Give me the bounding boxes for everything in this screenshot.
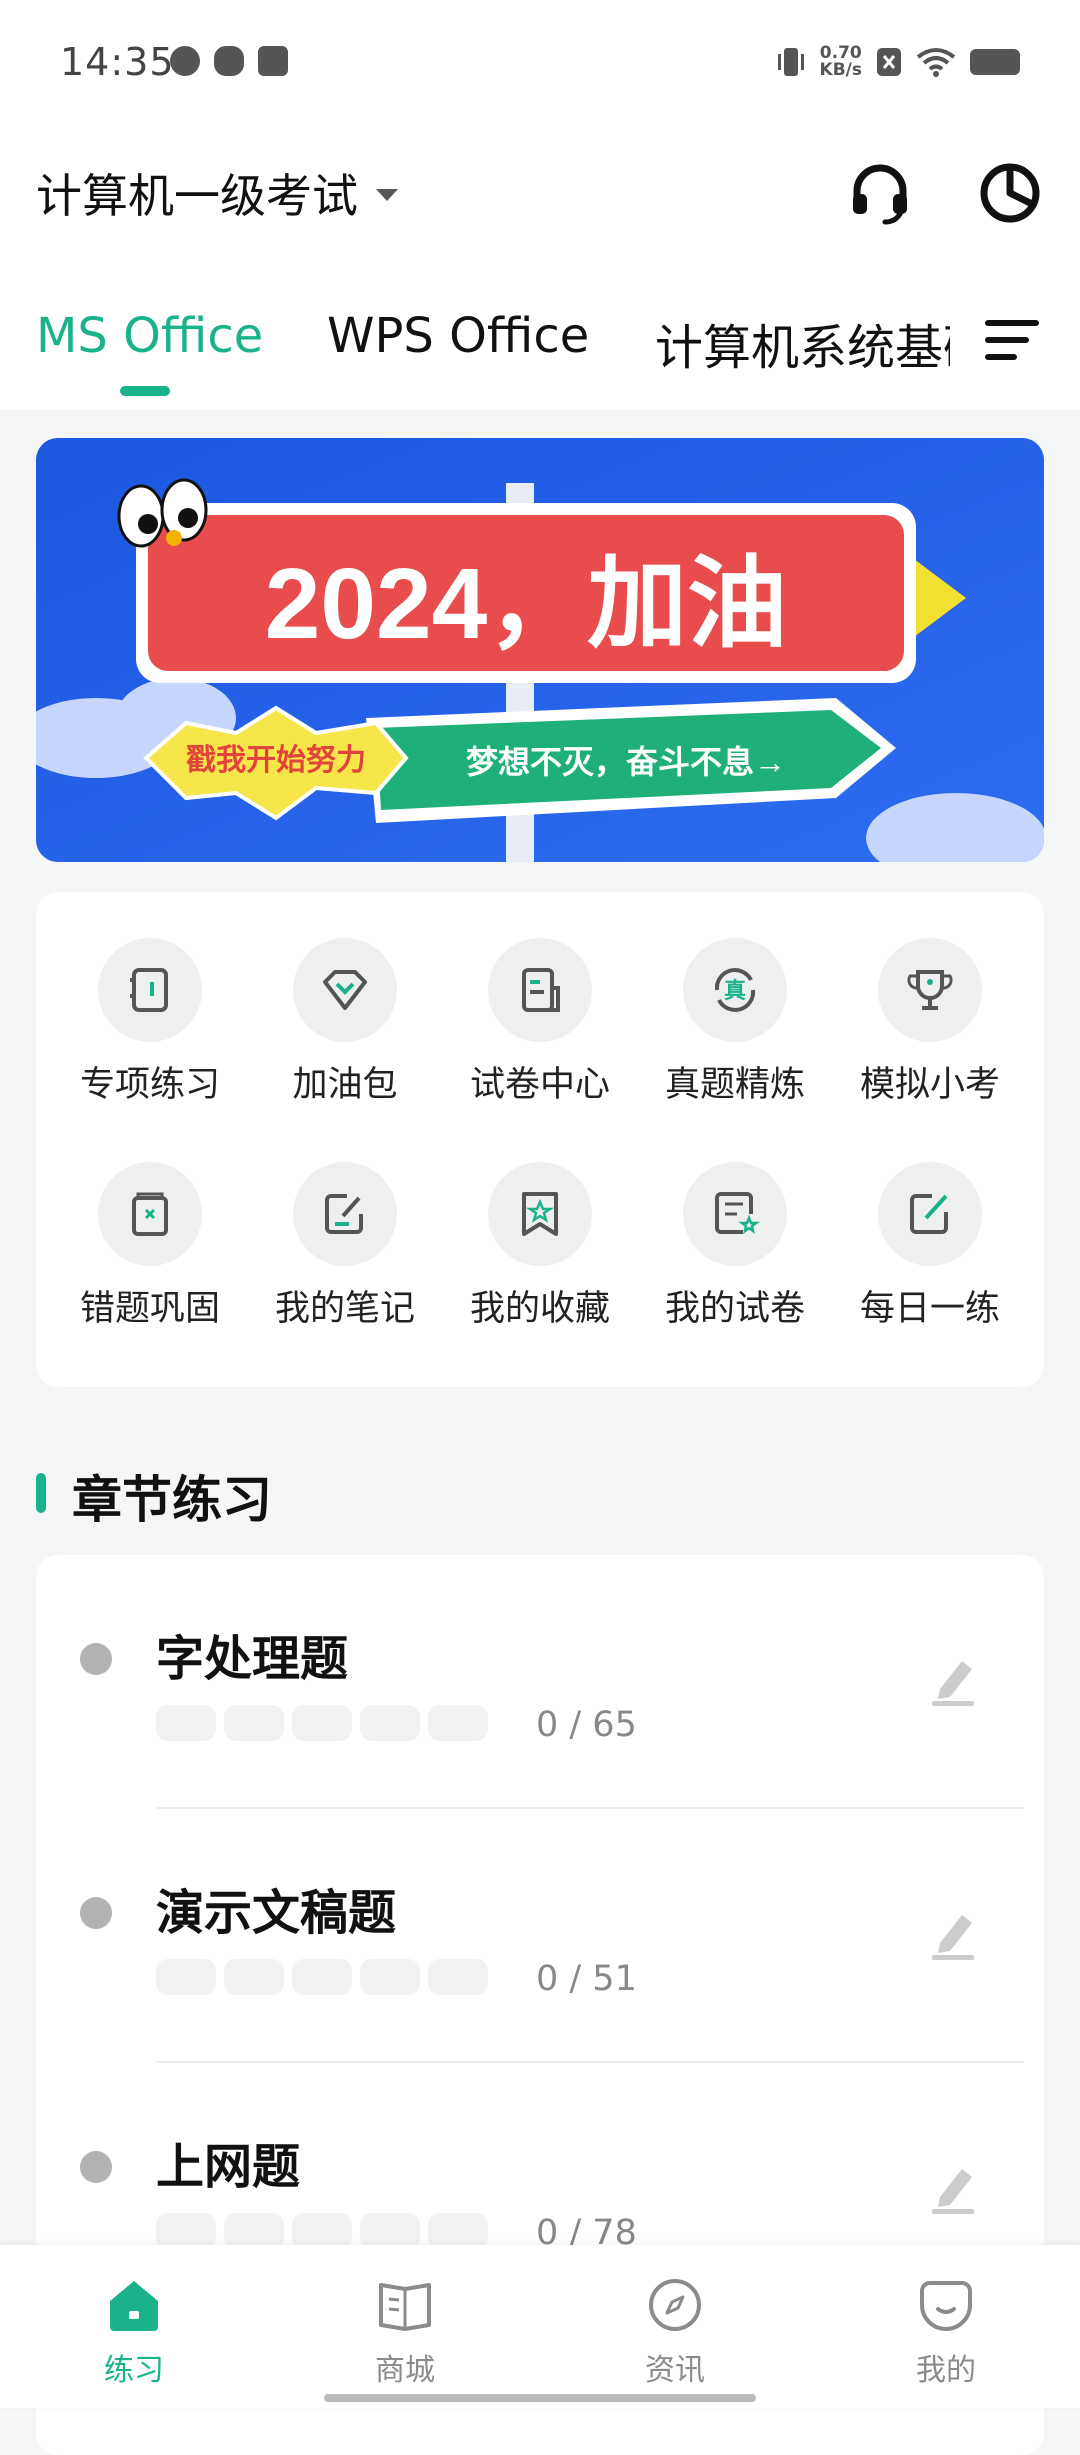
chapter-progress-bar bbox=[156, 2213, 488, 2249]
feature-mock-quiz[interactable]: 模拟小考 bbox=[835, 938, 1025, 1107]
exam-paper-icon bbox=[522, 968, 560, 1012]
home-indicator[interactable] bbox=[324, 2394, 756, 2402]
banner-slogan: 梦想不灭，奋斗不息→ bbox=[466, 744, 786, 780]
home-icon bbox=[110, 2281, 158, 2331]
feature-grid: 专项练习 加油包 试卷中心 真 真题精炼 模拟小考 错题巩固 我的笔记 我的收藏… bbox=[36, 892, 1044, 1387]
feature-exam-center[interactable]: 试卷中心 bbox=[445, 938, 635, 1107]
chevron-down-icon bbox=[376, 189, 398, 201]
section-accent-bar bbox=[36, 1473, 46, 1513]
tab-ms-office[interactable]: MS Office bbox=[36, 308, 263, 364]
edit-icon[interactable] bbox=[926, 1653, 980, 1707]
chapter-status-dot bbox=[80, 2151, 112, 2183]
feature-my-papers[interactable]: 我的试卷 bbox=[640, 1162, 830, 1331]
banner-tag: 戳我开始努力 bbox=[186, 743, 366, 777]
wifi-icon bbox=[916, 48, 956, 77]
nav-store[interactable]: 商城 bbox=[325, 2275, 485, 2389]
network-speed: 0.70 KB/s bbox=[819, 43, 862, 80]
status-notification-icons bbox=[170, 46, 288, 76]
trophy-icon bbox=[907, 970, 953, 1010]
edit-icon[interactable] bbox=[926, 1907, 980, 1961]
chapter-row[interactable]: 字处理题 0 / 65 bbox=[36, 1555, 1044, 1809]
tab-computer-basics[interactable]: 计算机系统基础 bbox=[655, 308, 950, 378]
feature-my-favorites[interactable]: 我的收藏 bbox=[445, 1162, 635, 1331]
book-icon bbox=[379, 2283, 431, 2331]
wrong-question-icon bbox=[132, 1192, 168, 1236]
banner-graphic: 2024，加油 梦想不灭，奋斗不息→ 戳我开始努力 bbox=[36, 438, 1044, 862]
no-sim-icon bbox=[877, 48, 901, 76]
gem-icon bbox=[323, 970, 367, 1010]
real-exam-icon: 真 bbox=[714, 968, 756, 1012]
chapter-count: 0 / 65 bbox=[536, 1705, 637, 1745]
section-title: 章节练习 bbox=[72, 1471, 272, 1529]
battery-icon bbox=[970, 49, 1020, 75]
compass-icon bbox=[649, 2279, 701, 2331]
status-right-icons: 0.70 KB/s bbox=[776, 44, 1020, 80]
bottom-nav: 练习 商城 资讯 我的 bbox=[0, 2245, 1080, 2408]
status-bar: 14:35 0.70 KB/s bbox=[0, 0, 1080, 120]
note-edit-icon bbox=[325, 1194, 363, 1234]
chapter-row[interactable]: 演示文稿题 0 / 51 bbox=[36, 1809, 1044, 2063]
chapter-progress-bar bbox=[156, 1959, 488, 1995]
feature-wrong-questions[interactable]: 错题巩固 bbox=[55, 1162, 245, 1331]
exam-title: 计算机一级考试 bbox=[36, 169, 358, 223]
tab-wps-office[interactable]: WPS Office bbox=[327, 308, 589, 364]
wechat-icon bbox=[214, 46, 244, 76]
banner-headline: 2024，加油 bbox=[265, 548, 787, 660]
headset-icon[interactable] bbox=[845, 158, 915, 228]
message-icon bbox=[258, 46, 288, 76]
profile-icon bbox=[920, 2281, 972, 2331]
vibrate-icon bbox=[777, 48, 804, 76]
feature-real-exam[interactable]: 真 真题精炼 bbox=[640, 938, 830, 1107]
chapter-status-dot bbox=[80, 1643, 112, 1675]
status-time: 14:35 bbox=[60, 40, 175, 84]
star-bookmark-icon bbox=[522, 1192, 558, 1236]
nav-news[interactable]: 资讯 bbox=[595, 2275, 755, 2389]
exam-selector[interactable]: 计算机一级考试 bbox=[36, 160, 398, 226]
chapter-name: 上网题 bbox=[156, 2139, 301, 2195]
notebook-icon bbox=[130, 968, 168, 1012]
app-notification-icon bbox=[170, 46, 200, 76]
chapter-count: 0 / 51 bbox=[536, 1959, 637, 1999]
nav-profile[interactable]: 我的 bbox=[866, 2275, 1026, 2389]
chapter-name: 演示文稿题 bbox=[156, 1885, 397, 1941]
nav-practice[interactable]: 练习 bbox=[54, 2275, 214, 2389]
edit-icon[interactable] bbox=[926, 2161, 980, 2215]
chapter-name: 字处理题 bbox=[156, 1631, 349, 1687]
tab-active-indicator bbox=[120, 386, 170, 396]
chapter-status-dot bbox=[80, 1897, 112, 1929]
svg-text:真: 真 bbox=[724, 978, 746, 1004]
feature-my-notes[interactable]: 我的笔记 bbox=[250, 1162, 440, 1331]
my-paper-icon bbox=[715, 1192, 760, 1234]
pie-chart-icon[interactable] bbox=[975, 158, 1045, 228]
chapter-progress-bar bbox=[156, 1705, 488, 1741]
daily-edit-icon bbox=[910, 1194, 948, 1234]
feature-boost-pack[interactable]: 加油包 bbox=[250, 938, 440, 1107]
feature-special-practice[interactable]: 专项练习 bbox=[55, 938, 245, 1107]
tab-clip: 计算机系统基础 bbox=[650, 300, 950, 380]
feature-daily-practice[interactable]: 每日一练 bbox=[835, 1162, 1025, 1331]
promo-banner[interactable]: 2024，加油 梦想不灭，奋斗不息→ 戳我开始努力 bbox=[36, 438, 1044, 862]
menu-icon[interactable] bbox=[985, 318, 1039, 362]
